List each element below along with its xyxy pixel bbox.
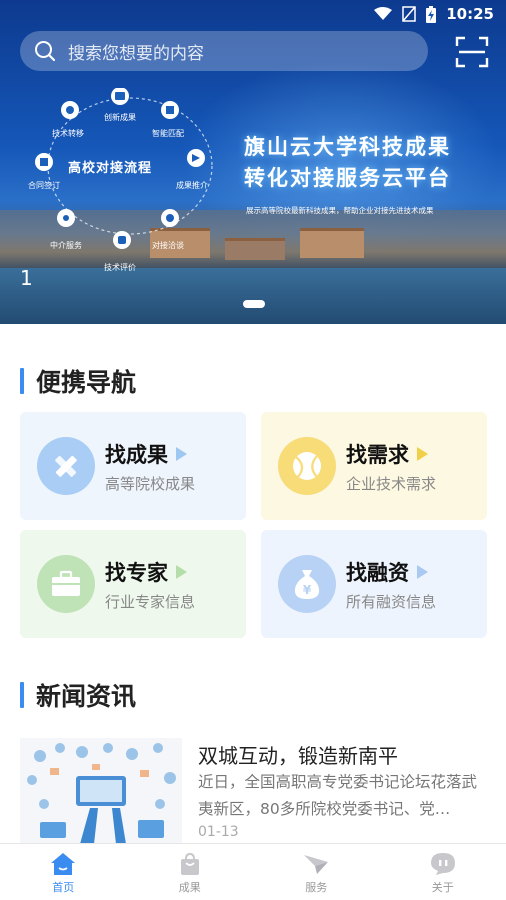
search-bar[interactable]: 搜索您想要的内容: [20, 31, 428, 71]
news-thumbnail[interactable]: [20, 738, 182, 844]
bag-icon: [180, 852, 199, 875]
bottom-tab-bar: 首页 成果 服务 关于: [0, 843, 506, 900]
ball-icon: [293, 452, 321, 480]
tab-label: 成果: [178, 881, 201, 894]
nav-card-title: 找成果: [105, 439, 195, 469]
nav-card-subtitle: 所有融资信息: [346, 592, 437, 611]
nav-card-texts: 找需求 企业技术需求: [346, 439, 436, 494]
status-time: 10:25: [446, 5, 494, 23]
slide-number: 1: [20, 266, 33, 290]
cycle-node-label: 智能匹配: [152, 129, 184, 138]
banner-title: 旗山云大学科技成果 转化对接服务云平台: [244, 132, 451, 194]
briefcase-icon: [52, 570, 80, 596]
cycle-node-label: 对接洽谈: [152, 241, 184, 250]
arrow-right-icon: [176, 446, 187, 461]
search-icon: [35, 41, 56, 62]
svg-text:¥: ¥: [303, 583, 312, 597]
banner-building: [300, 228, 364, 258]
news-illustration-image: [27, 743, 176, 844]
tab-label: 关于: [431, 881, 454, 894]
money-bag-icon: ¥: [294, 570, 320, 599]
nav-section-title: 便携导航: [20, 363, 136, 399]
paper-plane-icon: [304, 855, 329, 874]
tab-about[interactable]: 关于: [380, 844, 506, 900]
tab-services[interactable]: 服务: [253, 844, 380, 900]
section-accent-bar: [20, 682, 24, 708]
carousel-indicator[interactable]: [243, 300, 265, 308]
nav-section-title-text: 便携导航: [36, 368, 137, 397]
nav-card-title-text: 找需求: [346, 442, 409, 467]
banner-building: [225, 238, 285, 260]
nav-card-icon-circle: [37, 437, 95, 495]
banner-title-line2: 转化对接服务云平台: [244, 166, 451, 190]
scan-icon[interactable]: [455, 36, 489, 68]
battery-charging-icon: [426, 5, 437, 23]
wifi-icon: [374, 7, 393, 20]
chat-icon: [430, 853, 455, 875]
banner-water: [0, 268, 506, 324]
signal-off-icon: [402, 6, 416, 22]
arrow-right-icon: [176, 564, 187, 579]
cycle-node-label: 技术评价: [104, 263, 136, 272]
status-bar: 10:25: [0, 0, 506, 28]
nav-card-subtitle: 高等院校成果: [105, 474, 196, 493]
cycle-node-label: 成果推介: [176, 181, 208, 190]
nav-card-texts: 找融资 所有融资信息: [346, 557, 436, 612]
banner-subtitle: 展示高等院校最新科技成果，帮助企业对接先进技术成果: [246, 206, 434, 215]
cycle-node-label: 中介服务: [50, 241, 82, 250]
nav-card-demands[interactable]: 找需求 企业技术需求: [261, 412, 487, 520]
news-item-title[interactable]: 双城互动，锻造新南平: [198, 740, 398, 769]
tab-achievements[interactable]: 成果: [127, 844, 254, 900]
banner-title-line1: 旗山云大学科技成果: [244, 135, 451, 159]
nav-card-subtitle: 行业专家信息: [105, 592, 196, 611]
nav-card-icon-circle: [37, 555, 95, 613]
tab-home[interactable]: 首页: [0, 844, 127, 900]
nav-card-subtitle: 企业技术需求: [346, 474, 437, 493]
news-item-date: 01-13: [198, 824, 239, 840]
nav-card-texts: 找成果 高等院校成果: [105, 439, 195, 494]
nav-card-texts: 找专家 行业专家信息: [105, 557, 195, 612]
nav-card-title: 找融资: [346, 557, 436, 587]
news-section-title-text: 新闻资讯: [36, 682, 137, 711]
cycle-node-label: 技术转移: [52, 129, 84, 138]
nav-card-title-text: 找成果: [105, 442, 168, 467]
nav-card-achievements[interactable]: 找成果 高等院校成果: [20, 412, 246, 520]
news-item-desc: 近日，全国高职高专党委书记论坛花落武夷新区，80多所院校党委书记、党…: [198, 773, 478, 818]
section-accent-bar: [20, 368, 24, 394]
nav-card-title-text: 找融资: [346, 560, 409, 585]
tab-label: 首页: [52, 881, 75, 894]
nav-card-title-text: 找专家: [105, 560, 168, 585]
search-placeholder: 搜索您想要的内容: [68, 43, 204, 64]
ruler-pencil-icon: [55, 455, 77, 477]
arrow-right-icon: [417, 564, 428, 579]
cycle-node-label: 合同签订: [28, 181, 60, 190]
tab-label: 服务: [305, 881, 328, 894]
cycle-node-label: 创新成果: [104, 113, 136, 122]
nav-card-icon-circle: ¥: [278, 555, 336, 613]
news-section-title: 新闻资讯: [20, 677, 136, 713]
home-icon: [51, 853, 76, 875]
nav-card-icon-circle: [278, 437, 336, 495]
cycle-center-label: 高校对接流程: [68, 161, 153, 176]
nav-card-title: 找需求: [346, 439, 436, 469]
nav-card-financing[interactable]: ¥ 找融资 所有融资信息: [261, 530, 487, 638]
hero-banner[interactable]: 创新成果 智能匹配 成果推介 对接洽谈 技术评价 中介服务 合同签订 技术转移 …: [0, 0, 506, 324]
nav-card-title: 找专家: [105, 557, 195, 587]
arrow-right-icon: [417, 446, 428, 461]
nav-card-experts[interactable]: 找专家 行业专家信息: [20, 530, 246, 638]
